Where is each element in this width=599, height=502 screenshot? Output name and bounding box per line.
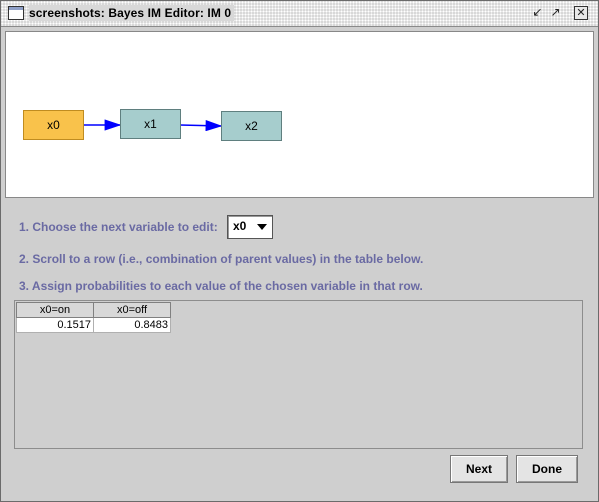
- probability-table-panel[interactable]: x0=on x0=off 0.1517 0.8483: [14, 300, 583, 449]
- edge-x1-x2: [179, 120, 223, 132]
- close-icon[interactable]: ✕: [574, 6, 588, 20]
- window-title: screenshots: Bayes IM Editor: IM 0: [29, 5, 235, 21]
- instruction-step-1: 1. Choose the next variable to edit:: [19, 220, 218, 234]
- window-icon: [8, 6, 24, 20]
- node-x0[interactable]: x0: [23, 110, 84, 140]
- done-button[interactable]: Done: [516, 455, 578, 483]
- maximize-icon[interactable]: ↗: [549, 6, 562, 19]
- title-bar[interactable]: screenshots: Bayes IM Editor: IM 0 ↙ ↗ ✕: [1, 1, 598, 27]
- graph-edges: [84, 119, 223, 132]
- probability-table: x0=on x0=off 0.1517 0.8483: [16, 302, 171, 333]
- instruction-step-2: 2. Scroll to a row (i.e., combination of…: [19, 252, 424, 266]
- table-row: 0.1517 0.8483: [16, 317, 171, 333]
- instruction-step-3: 3. Assign probabilities to each value of…: [19, 279, 423, 293]
- next-button[interactable]: Next: [450, 455, 508, 483]
- variable-select[interactable]: x0: [227, 215, 273, 239]
- table-cell-x0-on[interactable]: 0.1517: [16, 317, 94, 333]
- column-header-x0-on[interactable]: x0=on: [16, 302, 94, 318]
- variable-select-value: x0: [233, 219, 247, 233]
- bayes-im-editor-window: screenshots: Bayes IM Editor: IM 0 ↙ ↗ ✕…: [0, 0, 599, 502]
- chevron-down-icon[interactable]: [257, 224, 267, 230]
- node-x1[interactable]: x1: [120, 109, 181, 139]
- node-x2[interactable]: x2: [221, 111, 282, 141]
- table-cell-x0-off[interactable]: 0.8483: [93, 317, 171, 333]
- graph-canvas[interactable]: x0 x1 x2: [5, 31, 594, 198]
- column-header-x0-off[interactable]: x0=off: [93, 302, 171, 318]
- restore-icon[interactable]: ↙: [531, 6, 544, 19]
